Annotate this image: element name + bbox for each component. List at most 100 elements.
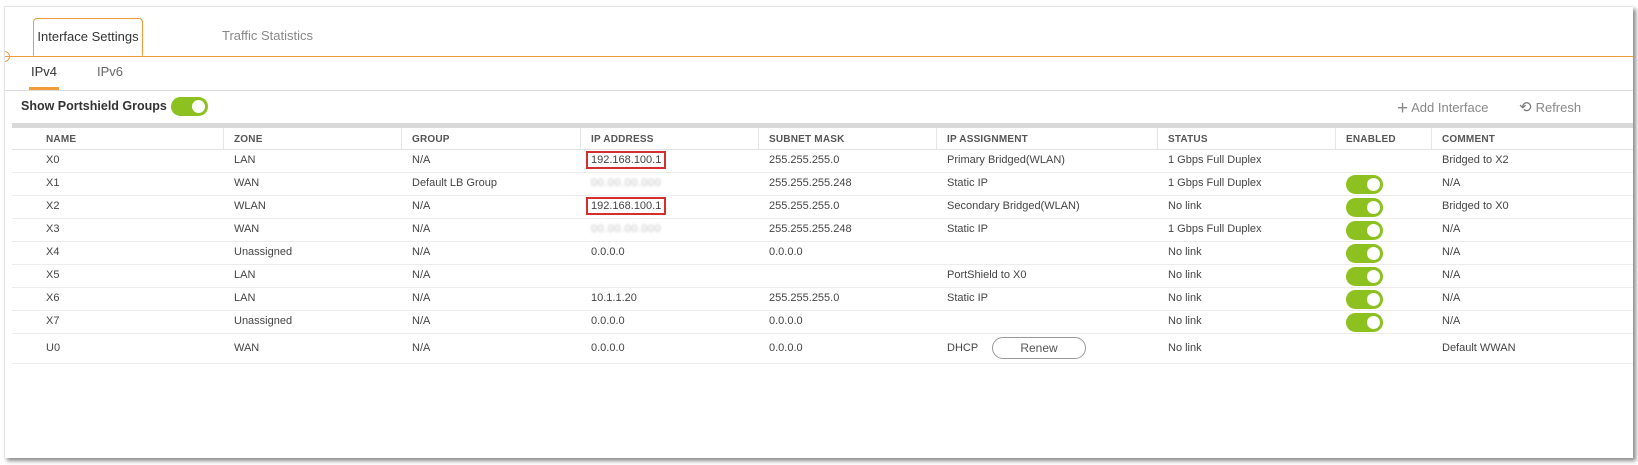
cell-subnet-mask: 255.255.255.248	[769, 177, 852, 189]
tab-ipv6[interactable]: IPv6	[97, 64, 123, 79]
column-divider[interactable]	[1431, 128, 1432, 149]
add-interface-button[interactable]: + Add Interface	[1397, 98, 1488, 120]
table-row[interactable]: X7 Unassigned N/A 0.0.0.0 0.0.0.0 No lin…	[12, 311, 1633, 334]
enabled-toggle[interactable]	[1346, 198, 1383, 217]
enabled-toggle[interactable]	[1346, 313, 1383, 332]
cell-ip-address-highlighted: 192.168.100.1	[585, 151, 667, 169]
cell-status: No link	[1168, 269, 1202, 281]
show-portshield-toggle[interactable]	[171, 97, 208, 116]
cell-comment: Default WWAN	[1442, 342, 1516, 354]
cell-zone: LAN	[234, 154, 256, 166]
cell-zone: LAN	[234, 269, 256, 281]
cell-comment: Bridged to X2	[1442, 154, 1509, 166]
cell-subnet-mask: 255.255.255.0	[769, 200, 840, 212]
cell-zone: WLAN	[234, 200, 266, 212]
column-divider[interactable]	[1335, 128, 1336, 149]
cell-status: No link	[1168, 342, 1202, 354]
cell-comment: N/A	[1442, 177, 1461, 189]
table-row[interactable]: X5 LAN N/A PortShield to X0 No link N/A	[12, 265, 1633, 288]
main-tabs: Interface Settings Traffic Statistics	[5, 18, 1633, 57]
cell-ip-assignment: Static IP	[947, 223, 988, 235]
enabled-toggle[interactable]	[1346, 244, 1383, 263]
enabled-toggle[interactable]	[1346, 175, 1383, 194]
cell-ip-address-redacted: 00.00.00.000	[591, 177, 662, 189]
header-zone[interactable]: ZONE	[234, 134, 263, 145]
table-row[interactable]: X1 WAN Default LB Group 00.00.00.000 255…	[12, 173, 1633, 196]
header-group[interactable]: GROUP	[412, 134, 450, 145]
cell-name: U0	[46, 342, 61, 354]
cell-status: 1 Gbps Full Duplex	[1168, 177, 1262, 189]
table-row[interactable]: U0 WAN N/A 0.0.0.0 0.0.0.0 DHCP Renew No…	[12, 334, 1633, 364]
cell-name: X1	[46, 177, 60, 189]
cell-ip-address: 10.1.1.20	[591, 292, 637, 304]
cell-ip-assignment: Secondary Bridged(WLAN)	[947, 200, 1080, 212]
interfaces-table: NAME ZONE GROUP IP ADDRESS SUBNET MASK I…	[12, 123, 1633, 364]
refresh-icon: ⟲	[1519, 99, 1532, 116]
cell-ip-address: 0.0.0.0	[591, 246, 625, 258]
cell-ip-assignment: Static IP	[947, 177, 988, 189]
cell-comment: N/A	[1442, 223, 1461, 235]
column-divider[interactable]	[580, 128, 581, 149]
column-divider[interactable]	[758, 128, 759, 149]
cell-group: N/A	[412, 200, 431, 212]
column-divider[interactable]	[936, 128, 937, 149]
table-row[interactable]: X2 WLAN N/A 192.168.100.1 255.255.255.0 …	[12, 196, 1633, 219]
cell-zone: Unassigned	[234, 315, 293, 327]
cell-name: X3	[46, 223, 60, 235]
tab-traffic-statistics[interactable]: Traffic Statistics	[202, 18, 333, 55]
cell-group: N/A	[412, 154, 431, 166]
cell-status: No link	[1168, 200, 1202, 212]
cell-name: X5	[46, 269, 60, 281]
cell-name: X2	[46, 200, 60, 212]
table-row[interactable]: X4 Unassigned N/A 0.0.0.0 0.0.0.0 No lin…	[12, 242, 1633, 265]
table-row[interactable]: X6 LAN N/A 10.1.1.20 255.255.255.0 Stati…	[12, 288, 1633, 311]
table-row[interactable]: X0 LAN N/A 192.168.100.1 255.255.255.0 P…	[12, 150, 1633, 173]
cell-subnet-mask: 255.255.255.0	[769, 292, 840, 304]
interfaces-panel: Interface Settings Traffic Statistics IP…	[4, 6, 1633, 458]
header-ip-assignment[interactable]: IP ASSIGNMENT	[947, 134, 1028, 145]
cell-zone: LAN	[234, 292, 256, 304]
refresh-label: Refresh	[1535, 100, 1582, 115]
column-divider[interactable]	[1157, 128, 1158, 149]
tab-ipv4[interactable]: IPv4	[28, 64, 60, 90]
column-divider[interactable]	[401, 128, 402, 149]
header-ip-address[interactable]: IP ADDRESS	[591, 134, 654, 145]
cell-ip-assignment: PortShield to X0	[947, 269, 1027, 281]
ip-version-tabs: IPv4 IPv6	[5, 57, 1633, 91]
table-row[interactable]: X3 WAN N/A 00.00.00.000 255.255.255.248 …	[12, 219, 1633, 242]
cell-zone: WAN	[234, 342, 260, 354]
renew-button[interactable]: Renew	[992, 337, 1086, 359]
cell-subnet-mask: 255.255.255.0	[769, 154, 840, 166]
enabled-toggle[interactable]	[1346, 267, 1383, 286]
cell-ip-address-highlighted: 192.168.100.1	[585, 197, 667, 215]
cell-comment: N/A	[1442, 246, 1461, 258]
cell-subnet-mask: 0.0.0.0	[769, 315, 803, 327]
cell-name: X7	[46, 315, 60, 327]
cell-ip-assignment: DHCP	[947, 342, 979, 354]
header-status[interactable]: STATUS	[1168, 134, 1208, 145]
cell-name: X0	[46, 154, 60, 166]
refresh-button[interactable]: ⟲ Refresh	[1519, 98, 1581, 116]
header-subnet-mask[interactable]: SUBNET MASK	[769, 134, 845, 145]
cell-comment: N/A	[1442, 315, 1461, 327]
cell-ip-address: 0.0.0.0	[591, 315, 625, 327]
cell-zone: WAN	[234, 223, 260, 235]
enabled-toggle[interactable]	[1346, 221, 1383, 240]
tab-interface-settings[interactable]: Interface Settings	[33, 18, 143, 56]
enabled-toggle[interactable]	[1346, 290, 1383, 309]
plus-icon: +	[1397, 98, 1409, 119]
cell-status: No link	[1168, 246, 1202, 258]
cell-name: X4	[46, 246, 60, 258]
cell-zone: Unassigned	[234, 246, 293, 258]
cell-group: Default LB Group	[412, 177, 497, 189]
header-comment[interactable]: COMMENT	[1442, 134, 1495, 145]
cell-ip-address: 0.0.0.0	[591, 342, 625, 354]
header-enabled[interactable]: ENABLED	[1346, 134, 1396, 145]
cell-status: 1 Gbps Full Duplex	[1168, 154, 1262, 166]
cell-group: N/A	[412, 342, 431, 354]
cell-ip-address-redacted: 00.00.00.000	[591, 223, 662, 235]
column-divider[interactable]	[223, 128, 224, 149]
cell-comment: Bridged to X0	[1442, 200, 1509, 212]
cell-status: No link	[1168, 292, 1202, 304]
header-name[interactable]: NAME	[46, 134, 76, 145]
